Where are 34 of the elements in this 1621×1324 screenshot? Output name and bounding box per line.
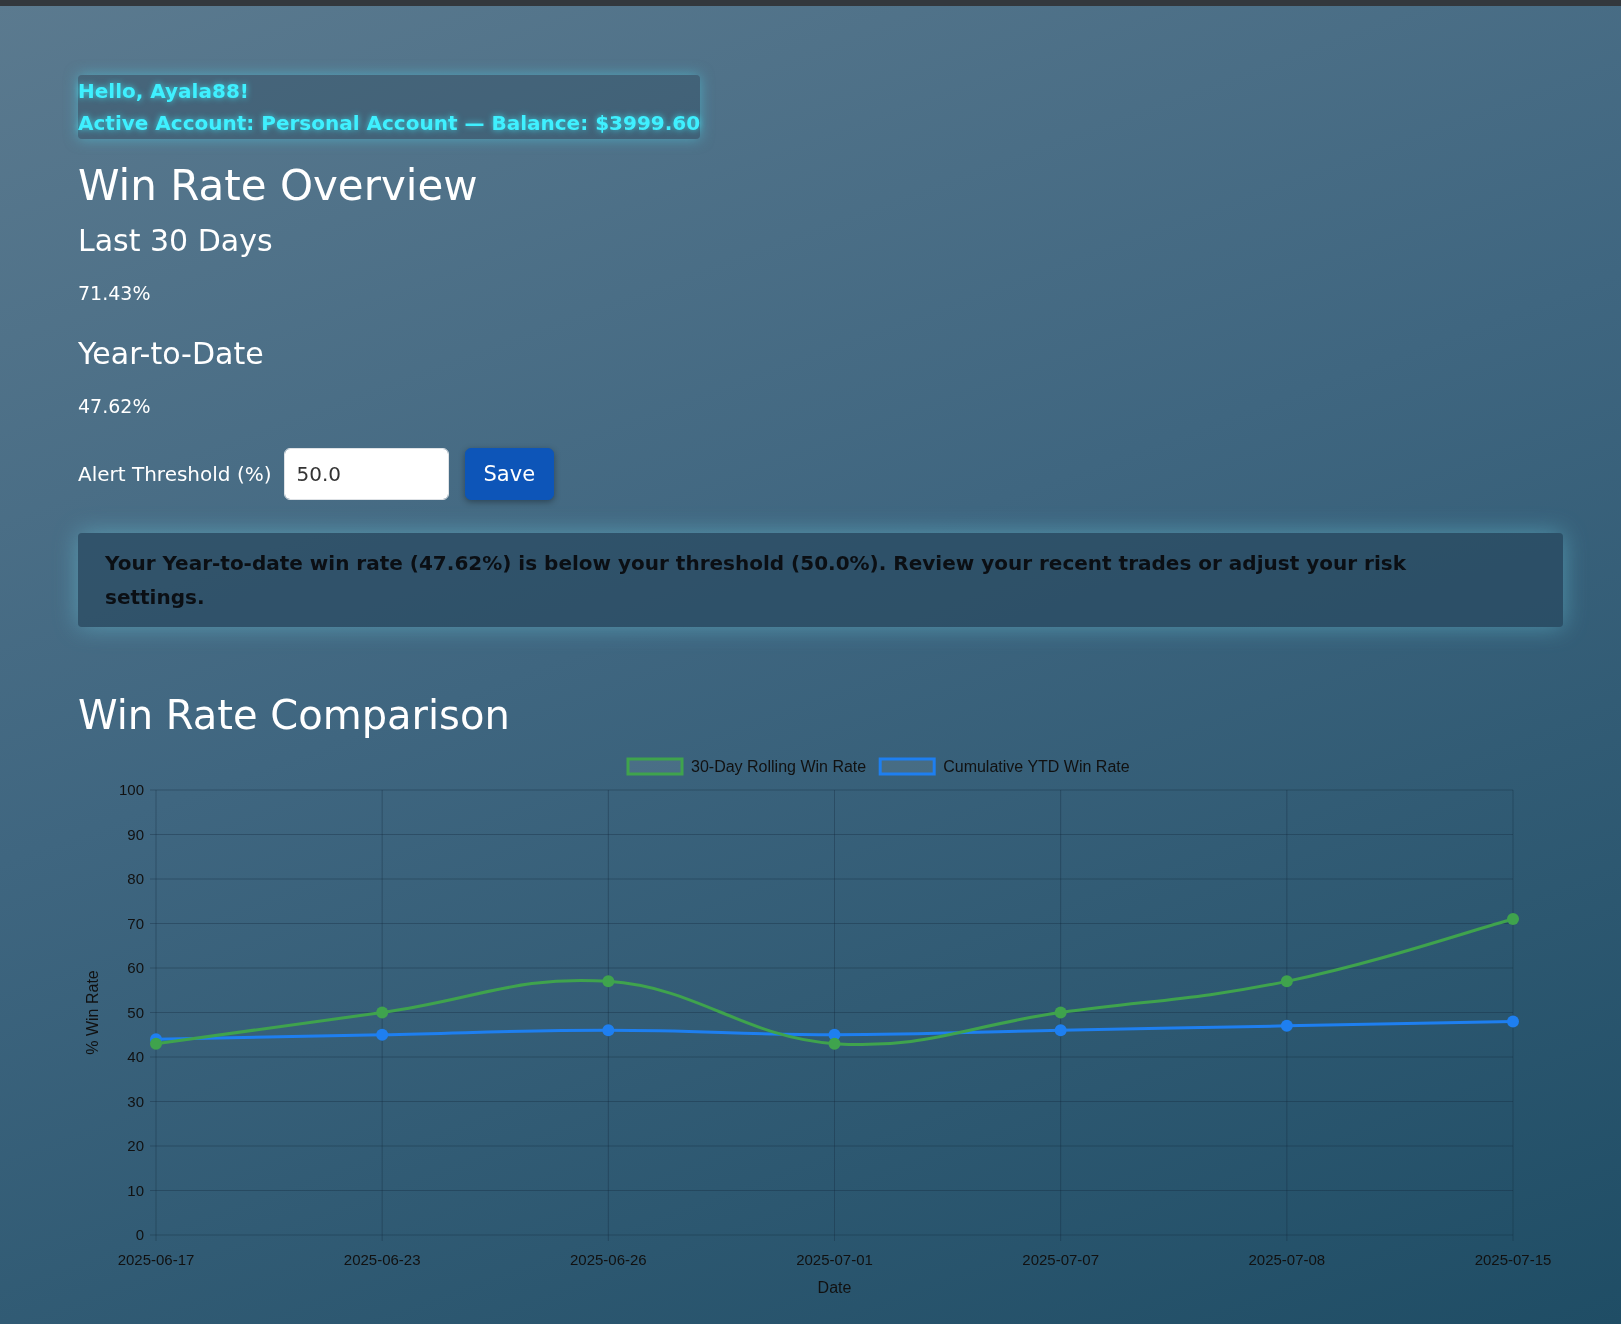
stat-value: 71.43% <box>78 281 152 307</box>
y-tick-label: 10 <box>127 1181 144 1199</box>
stat-heading: Year-to-Date <box>78 335 265 372</box>
x-tick-label: 2025-06-17 <box>117 1251 195 1269</box>
x-tick-label: 2025-07-08 <box>1248 1251 1326 1269</box>
y-tick-label: 100 <box>118 781 144 799</box>
y-tick-label: 40 <box>127 1048 144 1066</box>
chart-title: Win Rate Comparison <box>78 691 511 740</box>
threshold-label: Alert Threshold (%) <box>78 461 272 489</box>
y-tick-label: 0 <box>135 1226 144 1244</box>
y-tick-label: 30 <box>127 1092 144 1110</box>
account-balance-text: Active Account: Personal Account — Balance: $3999.60 <box>78 110 701 137</box>
y-tick-label: 20 <box>127 1137 144 1155</box>
stat-heading: Last 30 Days <box>78 223 274 260</box>
y-tick-label: 70 <box>127 914 144 932</box>
stat-value: 47.62% <box>78 393 152 419</box>
y-tick-label: 80 <box>127 870 144 888</box>
x-tick-label: 2025-07-15 <box>1474 1251 1552 1269</box>
y-tick-label: 50 <box>127 1003 144 1021</box>
greeting-text: Hello, Ayala88! <box>78 78 250 105</box>
threshold-field[interactable]: 50.0 <box>283 448 449 501</box>
alert-message: Your Year-to-date win rate (47.62%) is below your threshold (50.0%). Review your recent trades or adjust your risk settings. <box>78 533 1563 628</box>
x-tick-label: 2025-07-01 <box>796 1251 873 1269</box>
legend-label: Cumulative YTD Win Rate <box>943 758 1130 776</box>
save-button[interactable]: Save <box>464 448 555 501</box>
y-tick-label: 90 <box>127 825 144 843</box>
page-title: Win Rate Overview <box>78 161 479 212</box>
legend-label: 30-Day Rolling Win Rate <box>691 758 867 776</box>
y-tick-label: 60 <box>127 959 144 977</box>
x-tick-label: 2025-07-07 <box>1022 1251 1100 1269</box>
y-axis-title: % Win Rate <box>84 970 101 1056</box>
x-axis-title: Date <box>817 1279 852 1294</box>
x-tick-label: 2025-06-26 <box>569 1251 647 1269</box>
x-tick-label: 2025-06-23 <box>343 1251 421 1269</box>
